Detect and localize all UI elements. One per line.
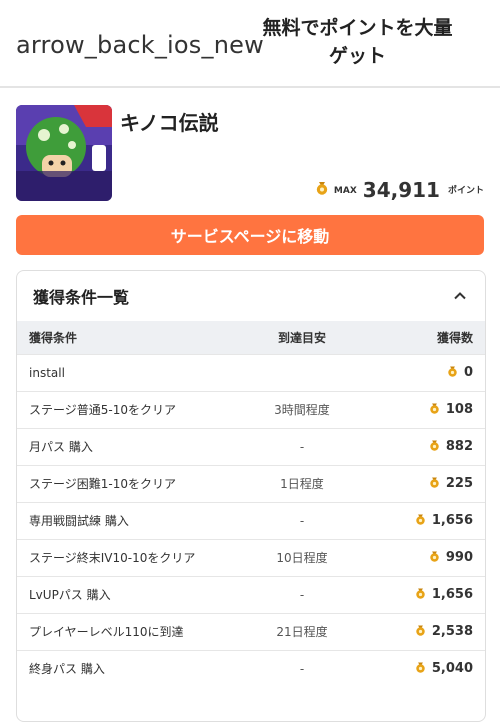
points-value: 1,656 — [431, 513, 473, 528]
points-value: 225 — [445, 476, 473, 491]
points-value: 882 — [445, 439, 473, 454]
column-header: 獲得数 — [436, 330, 473, 345]
estimate-cell — [232, 354, 372, 391]
estimate-cell: - — [299, 513, 305, 528]
points-cell: 5,040 — [372, 650, 485, 687]
estimate-cell: - — [299, 587, 305, 602]
estimate-cell: 10日程度 — [276, 551, 328, 565]
money-bag-icon — [414, 512, 427, 529]
service-page-button[interactable]: サービスページに移動 — [16, 215, 484, 255]
points-cell: 108 — [372, 391, 485, 428]
table-header-row: 獲得条件 到達目安 獲得数 — [17, 321, 485, 354]
points-value: 1,656 — [431, 587, 473, 602]
table-row: 終身パス 購入 - 5,040 — [17, 650, 485, 687]
column-header: 到達目安 — [277, 330, 326, 345]
money-bag-icon — [414, 623, 427, 640]
points-value: 990 — [445, 550, 473, 565]
points-unit: ポイント — [447, 186, 484, 196]
column-header: 獲得条件 — [29, 330, 78, 345]
estimate-cell: 1日程度 — [280, 477, 324, 491]
points-value: 0 — [463, 365, 473, 380]
condition-cell: プレイヤーレベル110に到達 — [29, 625, 184, 639]
table-row: 専用戦闘試練 購入 - 1,656 — [17, 502, 485, 539]
app-name: キノコ伝説 — [120, 111, 219, 135]
points-cell: 2,538 — [372, 613, 485, 650]
table-row: LvUPパス 購入 - 1,656 — [17, 576, 485, 613]
points-cell: 1,656 — [372, 502, 485, 539]
points-value: 2,538 — [431, 624, 473, 639]
chevron-up-icon[interactable] — [453, 289, 467, 303]
points-cell: 1,656 — [372, 576, 485, 613]
condition-cell: 専用戦闘試練 購入 — [29, 514, 129, 528]
table-row: ステージ終末IV10-10をクリア 10日程度 990 — [17, 539, 485, 576]
points-cell: 990 — [372, 539, 485, 576]
points-value: 5,040 — [431, 661, 473, 677]
condition-cell: 終身パス 購入 — [29, 662, 105, 677]
back-icon[interactable]: arrow_back_ios_new — [16, 28, 264, 62]
money-bag-icon — [428, 549, 441, 566]
table-row: ステージ普通5-10をクリア 3時間程度 108 — [17, 391, 485, 428]
conditions-title: 獲得条件一覧 — [33, 288, 130, 307]
points-cell: 882 — [372, 428, 485, 465]
app-summary: キノコ伝説 MAX 34,911 ポイント — [16, 105, 484, 205]
estimate-cell: 3時間程度 — [274, 403, 330, 417]
money-bag-icon — [428, 475, 441, 492]
table-row: install 0 — [17, 354, 485, 391]
table-row: ステージ困難1-10をクリア 1日程度 225 — [17, 465, 485, 502]
points-value: 108 — [445, 402, 473, 417]
condition-cell: ステージ終末IV10-10をクリア — [29, 551, 196, 565]
money-bag-icon — [414, 660, 427, 677]
table-row: プレイヤーレベル110に到達 21日程度 2,538 — [17, 613, 485, 650]
table-row: 月パス 購入 - 882 — [17, 428, 485, 465]
condition-cell: install — [29, 365, 65, 380]
money-bag-icon — [428, 401, 441, 418]
estimate-cell: - — [299, 661, 305, 676]
condition-cell: ステージ困難1-10をクリア — [29, 477, 176, 491]
money-bag-icon — [414, 586, 427, 603]
conditions-table: 獲得条件 到達目安 獲得数 install 0 ステージ普通5-10をクリア 3時間程… — [17, 321, 485, 687]
app-icon[interactable] — [16, 105, 112, 201]
conditions-panel: 獲得条件一覧 獲得条件 到達目安 獲得数 install 0 ステージ普通5-10を… — [16, 270, 486, 722]
estimate-cell: - — [299, 439, 305, 454]
conditions-panel-header[interactable]: 獲得条件一覧 — [17, 271, 485, 321]
condition-cell: LvUPパス 購入 — [29, 588, 111, 602]
condition-cell: ステージ普通5-10をクリア — [29, 403, 176, 417]
money-bag-icon — [314, 179, 330, 199]
money-bag-icon — [428, 438, 441, 455]
points-cell: 225 — [372, 465, 485, 502]
points-cell: 0 — [372, 354, 485, 391]
condition-cell: 月パス 購入 — [29, 440, 93, 454]
estimate-cell: 21日程度 — [276, 625, 328, 639]
money-bag-icon — [446, 364, 459, 381]
top-bar: arrow_back_ios_new 無料でポイントを大量ゲット — [0, 0, 500, 88]
max-label: MAX — [333, 186, 357, 196]
max-points: MAX 34,911 ポイント — [314, 179, 484, 201]
page-title: 無料でポイントを大量ゲット — [262, 17, 453, 67]
max-points-value: 34,911 — [362, 178, 440, 202]
